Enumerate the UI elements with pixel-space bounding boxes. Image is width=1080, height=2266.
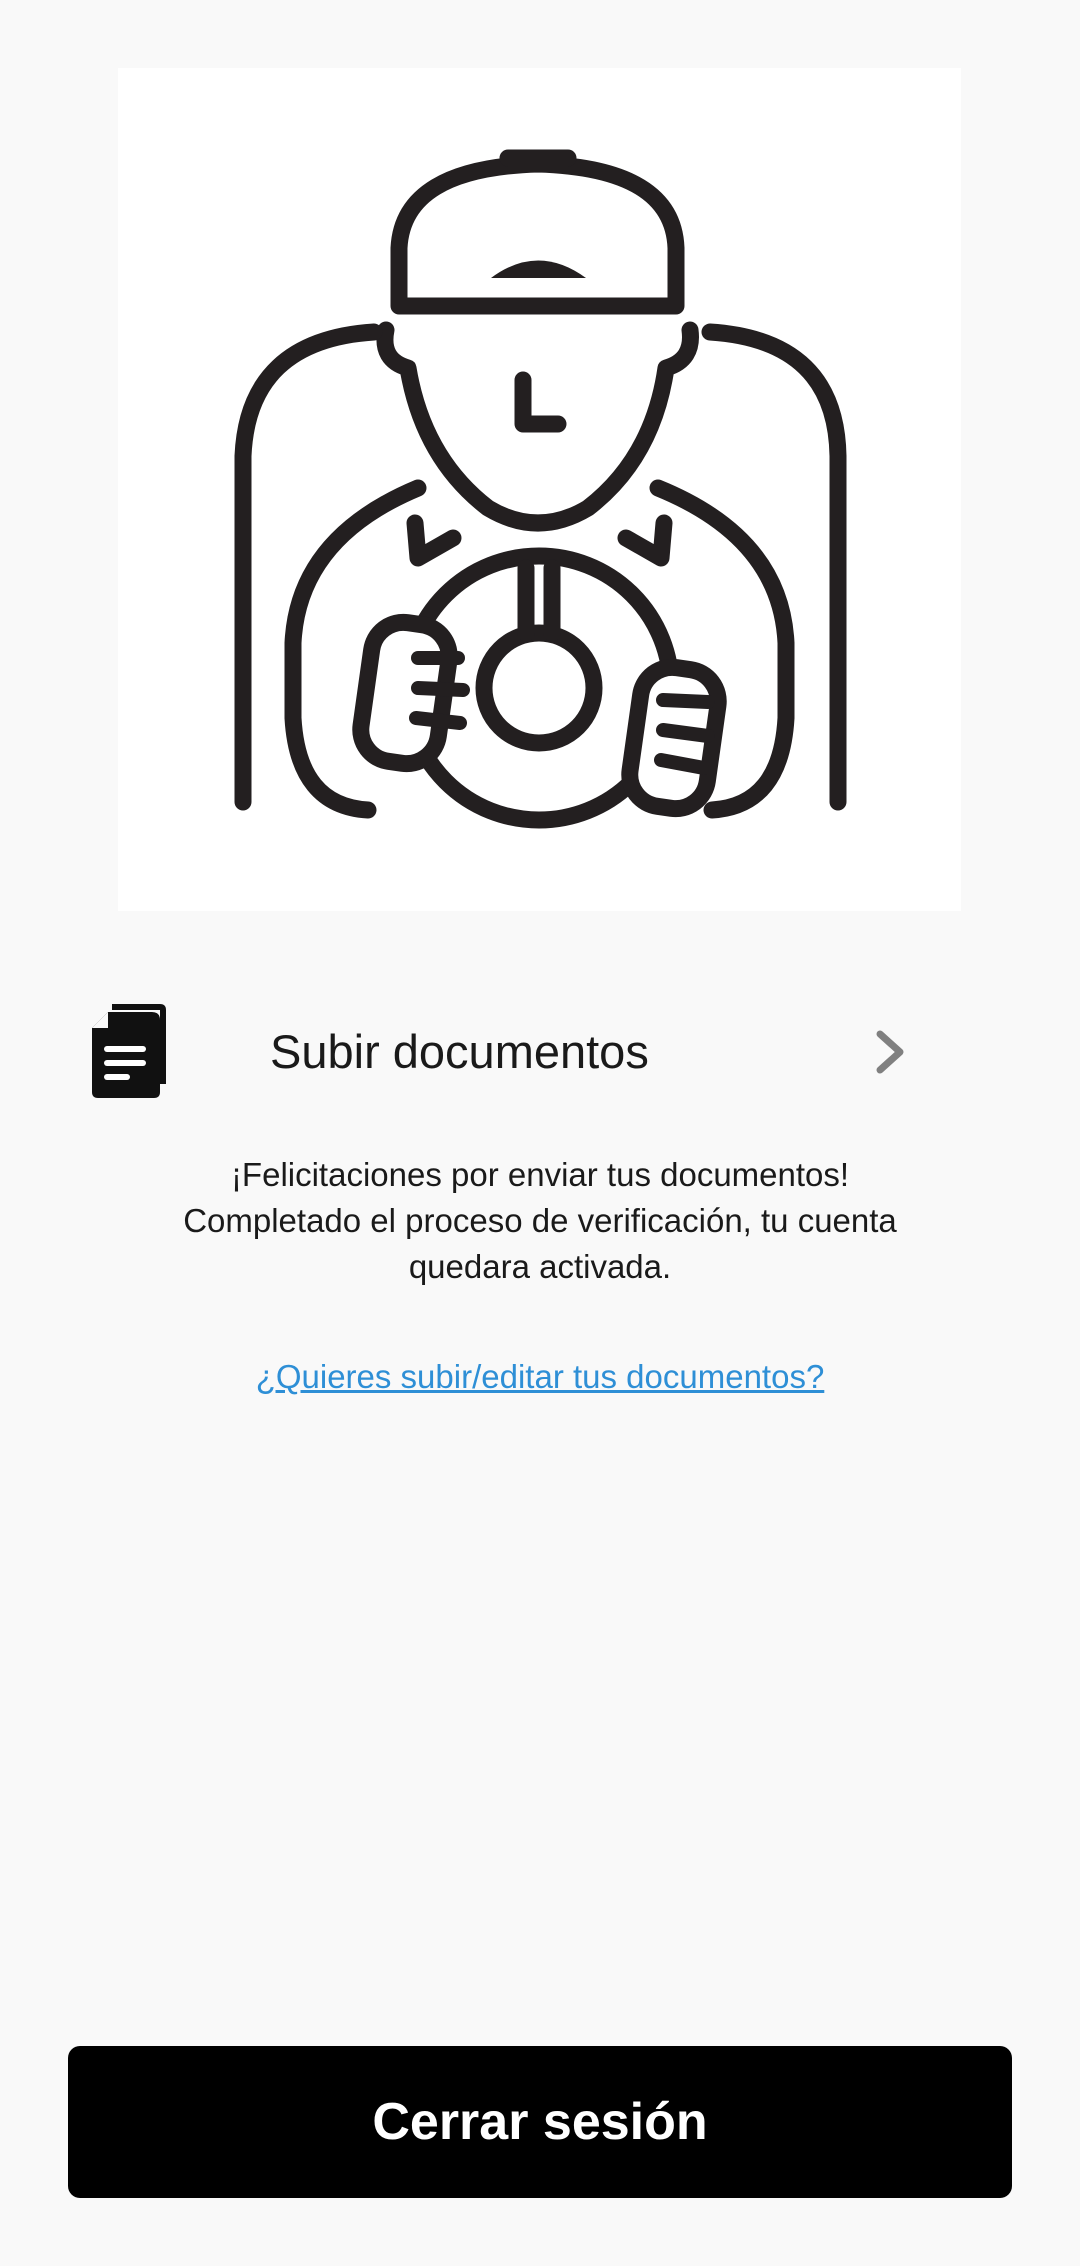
driver-illustration <box>118 68 961 911</box>
document-icon <box>90 1004 170 1100</box>
upload-documents-label: Subir documentos <box>270 1025 649 1078</box>
logout-button[interactable]: Cerrar sesión <box>68 2046 1012 2198</box>
confirmation-message: ¡Felicitaciones por enviar tus documento… <box>100 1152 980 1290</box>
chevron-right-icon <box>870 1028 910 1076</box>
message-line-3: quedara activada. <box>408 1248 672 1285</box>
upload-documents-row[interactable]: Subir documentos <box>80 990 920 1114</box>
driver-steering-wheel-icon <box>234 149 847 829</box>
message-line-1: ¡Felicitaciones por enviar tus documento… <box>230 1156 850 1193</box>
message-line-2: Completado el proceso de verificación, t… <box>183 1202 897 1239</box>
edit-documents-link[interactable]: ¿Quieres subir/editar tus documentos? <box>100 1354 980 1400</box>
